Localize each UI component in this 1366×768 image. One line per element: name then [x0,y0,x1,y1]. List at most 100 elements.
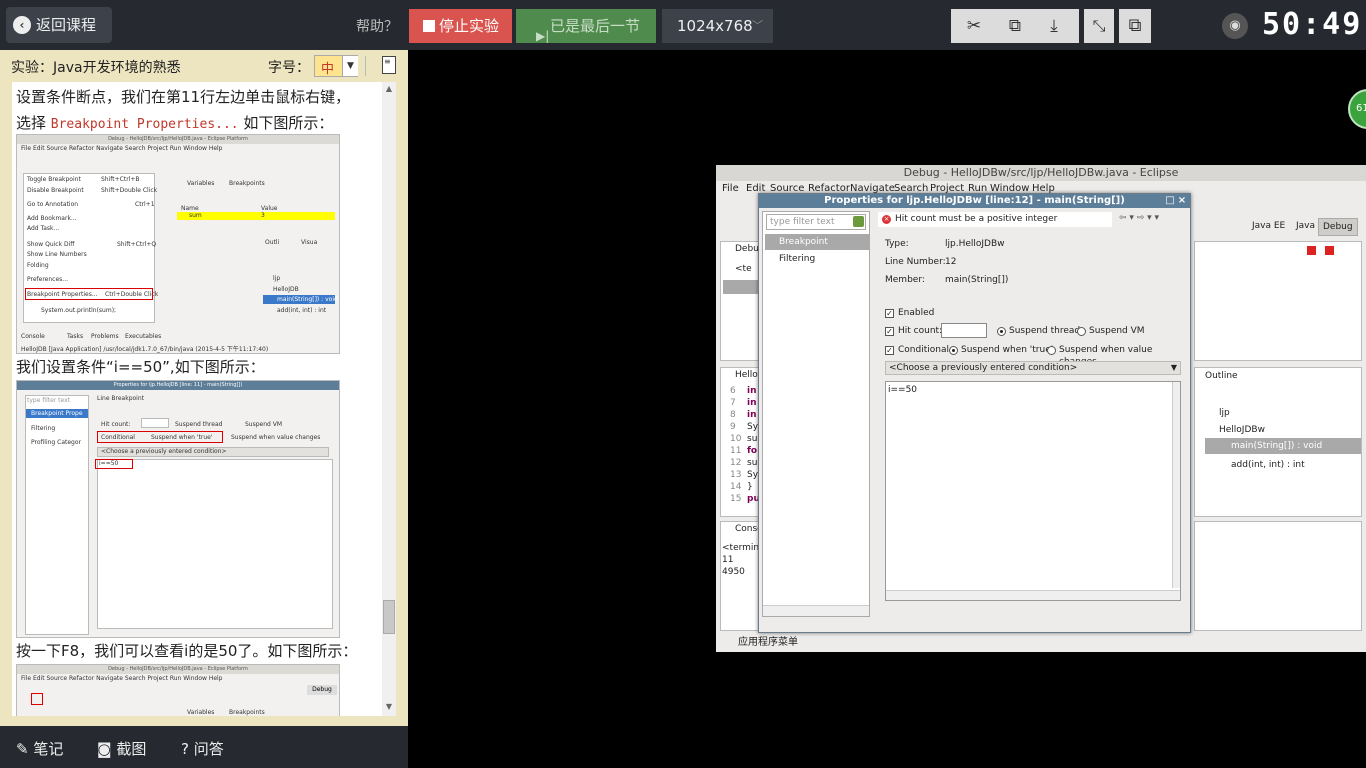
chevron-down-icon: ﹀ [752,19,763,32]
line-numbers: 6 7 8 9 10 11 12 13 14 15 [730,386,742,504]
status-bar: 应用程序菜单 [716,633,1366,652]
scroll-down-icon[interactable]: ▼ [384,702,394,712]
chevron-down-icon: ▼ [342,56,358,76]
perspective-debug[interactable]: Debug [1318,218,1358,236]
pencil-icon: ✎ [16,740,29,758]
download-icon[interactable]: ⤓ [1043,15,1065,37]
variables-view [1194,241,1362,361]
inline-code: Breakpoint Properties... [50,117,239,132]
qa-button[interactable]: ? 问答 [181,738,224,759]
screenshot-debug-view: Debug - HelloJDB/src/ljp/HelloJDB.java -… [16,664,340,716]
back-arrow-icon: ‹ [13,16,31,34]
back-to-course-button[interactable]: ‹ 返回课程 [6,7,112,43]
breakpoint-properties-dialog: Properties for ljp.HelloJDBw [line:12] -… [758,193,1191,633]
paragraph: 我们设置条件“i==50”,如下图所示： [16,358,265,376]
error-icon: × [882,215,891,224]
nav-scrollbar[interactable] [763,605,869,616]
scroll-thumb[interactable] [383,600,395,634]
stop-label: 停止实验 [439,17,500,35]
content-scrollbar[interactable]: ▲ ▼ [382,82,396,716]
suspend-vm-radio[interactable]: Suspend VM [1077,325,1145,337]
bottom-toolbar: ✎ 笔记 ◙ 截图 ? 问答 [0,726,408,768]
eclipse-window-title: Debug - HelloJDBw/src/ljp/HelloJDBw.java… [716,165,1366,181]
menu-file[interactable]: File [722,181,739,197]
outline-item[interactable]: add(int, int) : int [1231,460,1305,470]
last-section-button[interactable]: ▶| 已是最后一节 [516,9,656,43]
hit-count-input[interactable] [941,323,987,338]
type-value: ljp.HelloJDBw [945,239,1005,249]
debug-view: Debu <te [720,241,760,361]
scroll-up-icon[interactable]: ▲ [384,84,394,94]
document-icon[interactable]: ≡ [382,56,396,74]
chevron-down-icon: ▼ [1170,363,1177,372]
suspend-thread-radio[interactable]: Suspend thread [997,325,1080,337]
help-link[interactable]: 帮助？ [356,16,398,36]
paragraph: 设置条件断点，我们在第11行左边单击鼠标右键， [16,88,351,106]
screen-share-icon[interactable]: ⧉ [1004,15,1026,37]
lesson-title: 实验：Java开发环境的熟悉 [11,60,181,76]
outline-item[interactable]: HelloJDBw [1219,425,1265,435]
next-icon: ▶| [536,29,550,43]
divider [365,56,366,76]
perspective-java-ee[interactable]: Java EE [1252,221,1285,231]
conditional-checkbox[interactable]: ✓ Conditional [885,344,949,356]
screenshot-button[interactable]: ◙ 截图 [97,738,146,759]
font-size-select[interactable]: 中 ▼ [314,55,358,77]
condition-vscrollbar[interactable] [1172,382,1180,588]
back-label: 返回课程 [36,16,97,34]
screenshot-properties-dialog: Properties for ljp.HelloJDB [line: 11] -… [16,380,340,638]
screenshot-context-menu: Debug - HelloJDB/src/ljp/HelloJDB.java -… [16,134,340,354]
font-size-value: 中 [321,62,335,77]
condition-hscrollbar[interactable] [886,590,1180,600]
last-label: 已是最后一节 [550,17,641,35]
nav-breakpoint-properties[interactable]: Breakpoint Properties [765,234,869,263]
hit-count-checkbox[interactable]: ✓ Hit count: [885,325,942,337]
outline-tab[interactable]: Outline [1205,371,1238,381]
top-toolbar: ‹ 返回课程 帮助？ 停止实验 ▶| 已是最后一节 1024x768 ﹀ ✂ ⧉… [0,0,1366,50]
stop-experiment-button[interactable]: 停止实验 [409,9,512,43]
lesson-header: 实验：Java开发环境的熟悉 字号： 中 ▼ ≡ [0,50,408,82]
lesson-content[interactable]: 设置条件断点，我们在第11行左边单击鼠标右键， 选择 Breakpoint Pr… [12,82,396,716]
outline-item-selected[interactable]: main(String[]) : void [1231,441,1322,451]
session-timer: 50:49 [1262,7,1363,42]
bottom-right-view [1194,521,1362,631]
maximize-icon[interactable]: □ [1164,194,1176,208]
camera-icon: ◙ [97,740,112,758]
history-arrows[interactable]: ⇦ ▾ ⇨ ▾ ▾ [1119,213,1159,223]
member-label: Member: [885,275,925,285]
dialog-nav: type filter text Breakpoint Properties F… [762,211,870,617]
eye-icon[interactable]: ◉ [1222,13,1248,39]
font-size-label: 字号： [268,60,310,76]
resolution-select[interactable]: 1024x768 ﹀ [662,9,773,43]
stop-icon [423,20,435,32]
resolution-value: 1024x768 [677,17,753,35]
perspective-java[interactable]: Java [1296,221,1315,231]
floating-badge[interactable]: 61 [1348,89,1366,129]
member-value: main(String[]) [945,275,1009,285]
clear-filter-icon[interactable] [853,216,864,227]
outline-item[interactable]: ljp [1219,408,1230,418]
suspend-when-true-radio[interactable]: Suspend when 'true' [949,344,1053,356]
lesson-panel: 实验：Java开发环境的熟悉 字号： 中 ▼ ≡ 设置条件断点，我们在第11行左… [0,50,408,726]
paragraph: 按一下F8，我们可以查看i的是50了。如下图所示： [16,642,358,660]
scissors-icon[interactable]: ✂ [963,15,985,37]
nav-filtering[interactable]: Filtering [765,251,869,267]
dialog-content: × Hit count must be a positive integer ⇦… [875,211,1189,617]
dialog-title: Properties for ljp.HelloJDBw [line:12] -… [759,194,1190,208]
previous-condition-select[interactable]: <Choose a previously entered condition> … [885,361,1181,375]
console-view: Conso <termina 11 4950 [720,521,765,631]
type-label: Type: [885,239,909,249]
pop-out-icon[interactable]: ⧉ [1119,9,1151,43]
error-message: × Hit count must be a positive integer [878,212,1112,227]
line-number-label: Line Number: [885,257,946,267]
filter-input[interactable]: type filter text [766,214,866,230]
tool-group: ✂ ⧉ ⤓ [951,9,1079,43]
notes-button[interactable]: ✎ 笔记 [16,738,63,759]
outline-view: Outline ljp HelloJDBw main(String[]) : v… [1194,367,1362,517]
exit-fullscreen-icon[interactable]: ⤡ [1084,9,1114,43]
line-number-value: 12 [945,257,957,267]
close-icon[interactable]: × [1176,194,1188,208]
question-icon: ? [181,740,189,758]
enabled-checkbox[interactable]: ✓ Enabled [885,307,934,319]
condition-textarea[interactable]: i==50 [885,381,1181,601]
